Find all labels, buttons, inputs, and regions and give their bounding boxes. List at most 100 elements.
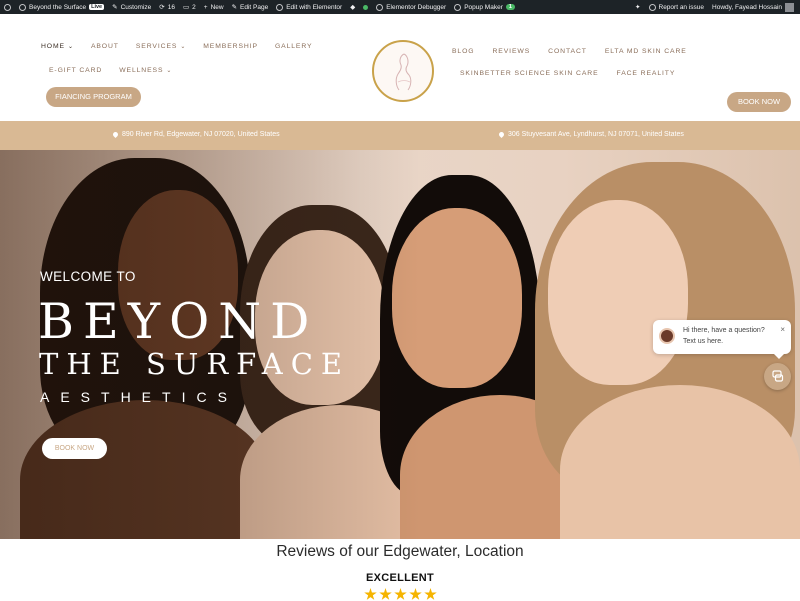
address-text: 890 River Rd, Edgewater, NJ 07020, Unite… (122, 131, 280, 138)
comments-count: 2 (192, 3, 196, 11)
report-issue-link[interactable]: Report an issue (645, 0, 709, 14)
map-pin-icon (497, 130, 506, 139)
nav-label: Home (41, 43, 65, 50)
debugger-icon (376, 3, 384, 11)
nav-item-elta-md[interactable]: Elta MD Skin Care (605, 47, 687, 56)
nav-label: Gallery (274, 43, 313, 50)
primary-nav-left: Home ⌄ About Services ⌄ Membership Gallery… (41, 42, 331, 76)
customize-link[interactable]: ✎ Customize (108, 0, 155, 14)
book-now-button[interactable]: BOOK NOW (727, 92, 791, 112)
star-icon (379, 588, 392, 600)
edit-elementor-label: Edit with Elementor (286, 3, 343, 11)
chat-line2: Text us here. (683, 338, 724, 345)
address-lyndhurst[interactable]: 306 Stuyvesant Ave, Lyndhurst, NJ 07071,… (497, 130, 684, 139)
rating-label: EXCELLENT (365, 572, 435, 584)
site-header: Home ⌄ About Services ⌄ Membership Gallery… (0, 14, 800, 121)
admin-bar: Beyond the Surface Live ✎ Customize ⟳ 16… (0, 0, 800, 14)
brush-icon: ✎ (112, 4, 118, 11)
hero-book-now-button[interactable]: BOOK NOW (42, 438, 107, 459)
primary-nav-right: Blog Reviews Contact Elta MD Skin Care S… (452, 47, 712, 91)
plus-icon: + (203, 3, 208, 11)
chat-line1: Hi there, have a question? (683, 327, 765, 334)
nav-label: E-Gift Card (49, 67, 103, 74)
nav-item-contact[interactable]: Contact (548, 47, 587, 56)
star-icon (424, 588, 437, 600)
live-badge: Live (89, 4, 105, 10)
map-pin-icon (111, 130, 120, 139)
nav-item-face-reality[interactable]: Face Reality (617, 69, 676, 78)
nav-label: Membership (203, 43, 258, 50)
status-indicator[interactable] (359, 0, 372, 14)
updates-link[interactable]: ⟳ 16 (155, 0, 179, 14)
new-label: New (210, 3, 224, 11)
report-issue-label: Report an issue (658, 3, 705, 11)
woman-silhouette-icon (395, 53, 412, 91)
nav-item-wellness[interactable]: Wellness ⌄ (119, 66, 172, 76)
nav-label: Wellness (119, 67, 164, 74)
hero-welcome: WELCOME TO (40, 269, 136, 284)
site-logo[interactable] (372, 40, 434, 102)
star-icon (364, 588, 377, 600)
nav-item-about[interactable]: About (91, 42, 119, 52)
edit-elementor-link[interactable]: Edit with Elementor (272, 0, 346, 14)
new-content-link[interactable]: + New (200, 0, 228, 14)
customize-label: Customize (120, 3, 152, 11)
address-text: 306 Stuyvesant Ave, Lyndhurst, NJ 07071,… (508, 131, 684, 138)
nav-label: About (90, 43, 119, 50)
chevron-down-icon: ⌄ (68, 44, 74, 50)
hero-title-line1: BEYOND (38, 293, 319, 350)
close-icon[interactable]: × (780, 325, 785, 334)
nav-item-egift-card[interactable]: E-Gift Card (49, 66, 102, 76)
updates-count: 16 (167, 3, 175, 11)
nav-item-reviews[interactable]: Reviews (493, 47, 531, 56)
chat-launcher-button[interactable] (764, 363, 791, 390)
diamond-tool[interactable]: ◆ (346, 0, 359, 14)
address-bar: 890 River Rd, Edgewater, NJ 07020, Unite… (0, 121, 800, 150)
nav-item-skinbetter[interactable]: Skinbetter Science Skin Care (460, 69, 599, 78)
popup-maker-label: Popup Maker (464, 3, 503, 11)
agent-avatar (659, 328, 675, 344)
nav-item-services[interactable]: Services ⌄ (136, 42, 186, 52)
user-account-menu[interactable]: Howdy, Fayead Hossain (708, 0, 800, 14)
popup-maker-link[interactable]: Popup Maker 1 (450, 0, 519, 14)
address-edgewater[interactable]: 890 River Rd, Edgewater, NJ 07020, Unite… (111, 130, 280, 139)
howdy-label: Howdy, Fayead Hossain (712, 3, 782, 11)
chevron-down-icon: ⌄ (180, 44, 187, 50)
reviews-title: Reviews of our Edgewater, Location (276, 543, 524, 560)
status-dot-icon (363, 4, 369, 10)
rating-stars (364, 588, 437, 601)
chevron-down-icon: ⌄ (166, 68, 173, 74)
home-icon (19, 3, 26, 11)
admin-site-name[interactable]: Beyond the Surface Live (15, 0, 108, 14)
chat-bubble-tail (774, 354, 784, 359)
popup-icon (454, 3, 462, 11)
hero-title-line2: THE SURFACE (39, 347, 351, 381)
sparkle-icon: ✦ (635, 4, 641, 11)
star-icon (409, 588, 422, 600)
chat-bubble[interactable]: Hi there, have a question? Text us here.… (653, 320, 791, 354)
nav-item-membership[interactable]: Membership (203, 42, 258, 52)
star-icon (394, 588, 407, 600)
elementor-debugger-label: Elementor Debugger (386, 3, 447, 11)
popup-count-badge: 1 (505, 4, 515, 10)
elementor-icon (276, 3, 284, 11)
nav-item-gallery[interactable]: Gallery (275, 42, 313, 52)
edit-page-label: Edit Page (240, 3, 269, 11)
comment-icon: ▭ (182, 4, 190, 11)
user-avatar (785, 2, 794, 12)
elementor-debugger-link[interactable]: Elementor Debugger (372, 0, 450, 14)
report-icon (648, 3, 656, 11)
sparkle-tool[interactable]: ✦ (631, 0, 644, 14)
nav-label: Services (135, 43, 178, 50)
nav-item-blog[interactable]: Blog (452, 47, 475, 56)
wordpress-logo-icon[interactable] (0, 0, 15, 14)
hero-banner: WELCOME TO BEYOND THE SURFACE AESTHETICS… (0, 150, 800, 539)
hero-title-line3: AESTHETICS (40, 389, 238, 405)
financing-program-button[interactable]: FIANCING PROGRAM (46, 87, 141, 107)
diamond-icon: ◆ (350, 4, 356, 11)
refresh-icon: ⟳ (159, 4, 165, 11)
nav-item-home[interactable]: Home ⌄ (41, 42, 74, 52)
edit-page-link[interactable]: ✎ Edit Page (228, 0, 273, 14)
chat-icon (772, 370, 784, 382)
comments-link[interactable]: ▭ 2 (179, 0, 200, 14)
